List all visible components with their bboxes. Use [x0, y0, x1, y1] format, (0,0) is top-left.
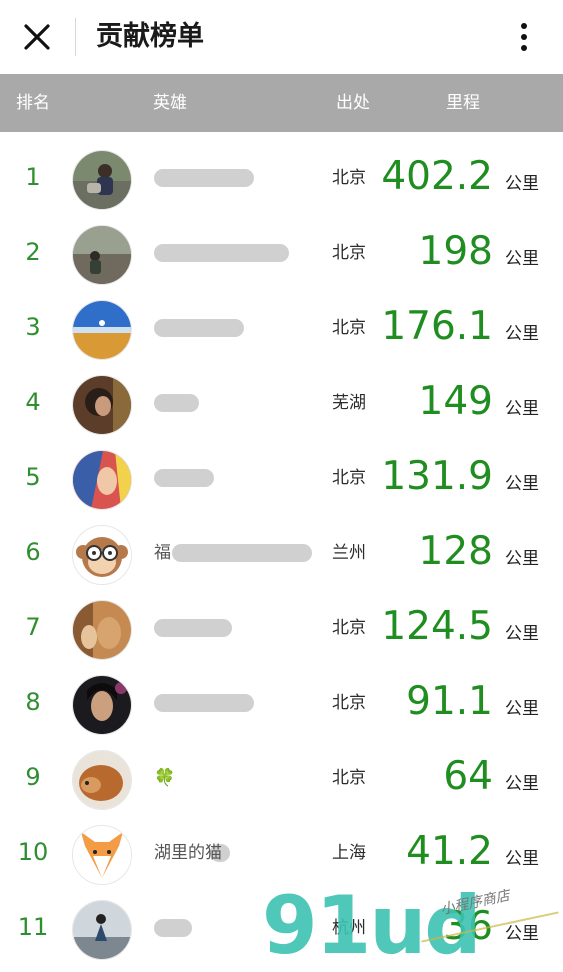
avatar[interactable]	[72, 150, 132, 210]
hero-name: 福	[154, 543, 171, 563]
rank-number: 8	[25, 688, 41, 716]
list-item[interactable]: 9 🍀 北京 64 公里	[0, 741, 563, 816]
avatar[interactable]	[72, 900, 132, 960]
distance-unit: 公里	[505, 249, 539, 269]
avatar[interactable]	[72, 750, 132, 810]
hero-name	[154, 391, 319, 415]
page-title: 贡献榜单	[96, 21, 204, 52]
distance-value: 176.1	[381, 304, 493, 349]
avatar[interactable]	[72, 450, 132, 510]
top-bar: 贡献榜单	[0, 0, 563, 74]
hero-name: 湖里的猫	[154, 843, 222, 863]
distance-unit: 公里	[505, 924, 539, 944]
hero-name	[154, 691, 319, 715]
distance-value: 124.5	[381, 604, 493, 649]
city: 北京	[332, 168, 366, 188]
rank-number: 3	[25, 313, 41, 341]
avatar[interactable]	[72, 525, 132, 585]
distance-value: 131.9	[381, 454, 493, 499]
list-item[interactable]: 2 北京 198 公里	[0, 216, 563, 291]
distance-unit: 公里	[505, 549, 539, 569]
distance-unit: 公里	[505, 699, 539, 719]
distance-unit: 公里	[505, 174, 539, 194]
distance-unit: 公里	[505, 849, 539, 869]
distance-unit: 公里	[505, 474, 539, 494]
list-item[interactable]: 4 芜湖 149 公里	[0, 366, 563, 441]
rank-number: 9	[25, 763, 41, 791]
list-item[interactable]: 8 北京 91.1 公里	[0, 666, 563, 741]
distance-value: 64	[443, 754, 493, 799]
city: 兰州	[332, 543, 366, 563]
more-vertical-icon[interactable]	[512, 20, 536, 54]
distance-value: 149	[418, 379, 493, 424]
list-item[interactable]: 3 北京 176.1 公里	[0, 291, 563, 366]
rank-number: 2	[25, 238, 41, 266]
distance-unit: 公里	[505, 399, 539, 419]
header-rank: 排名	[16, 93, 50, 113]
header-origin: 出处	[336, 93, 370, 113]
header-distance: 里程	[446, 93, 480, 113]
avatar[interactable]	[72, 225, 132, 285]
distance-unit: 公里	[505, 774, 539, 794]
hero-name	[154, 316, 319, 340]
avatar[interactable]	[72, 375, 132, 435]
list-item[interactable]: 7 北京 124.5 公里	[0, 591, 563, 666]
avatar[interactable]	[72, 600, 132, 660]
rank-number: 1	[25, 163, 41, 191]
city: 北京	[332, 693, 366, 713]
list-item[interactable]: 5 北京 131.9 公里	[0, 441, 563, 516]
city: 北京	[332, 318, 366, 338]
hero-name: 🍀	[154, 768, 176, 788]
city: 北京	[332, 618, 366, 638]
hero-name	[154, 166, 319, 190]
distance-unit: 公里	[505, 624, 539, 644]
rank-number: 11	[17, 913, 49, 941]
distance-value: 91.1	[406, 679, 493, 724]
rank-number: 4	[25, 388, 41, 416]
avatar[interactable]	[72, 825, 132, 885]
hero-name	[154, 241, 319, 265]
list-item[interactable]: 6 福 兰州 128 公里	[0, 516, 563, 591]
distance-value: 128	[418, 529, 493, 574]
rank-number: 5	[25, 463, 41, 491]
close-icon[interactable]	[22, 22, 52, 52]
hero-name	[154, 466, 319, 490]
rank-number: 6	[25, 538, 41, 566]
header-hero: 英雄	[153, 93, 187, 113]
table-header: 排名 英雄 出处 里程	[0, 74, 563, 132]
avatar[interactable]	[72, 675, 132, 735]
distance-value: 41.2	[406, 829, 493, 874]
title-divider	[75, 18, 76, 56]
city: 北京	[332, 468, 366, 488]
city: 芜湖	[332, 393, 366, 413]
city: 上海	[332, 843, 366, 863]
distance-unit: 公里	[505, 324, 539, 344]
hero-name	[154, 616, 319, 640]
avatar[interactable]	[72, 300, 132, 360]
distance-value: 198	[418, 229, 493, 274]
distance-value: 402.2	[381, 154, 493, 199]
list-item[interactable]: 1 北京 402.2 公里	[0, 141, 563, 216]
rank-number: 7	[25, 613, 41, 641]
rank-number: 10	[17, 838, 49, 866]
city: 北京	[332, 768, 366, 788]
city: 北京	[332, 243, 366, 263]
